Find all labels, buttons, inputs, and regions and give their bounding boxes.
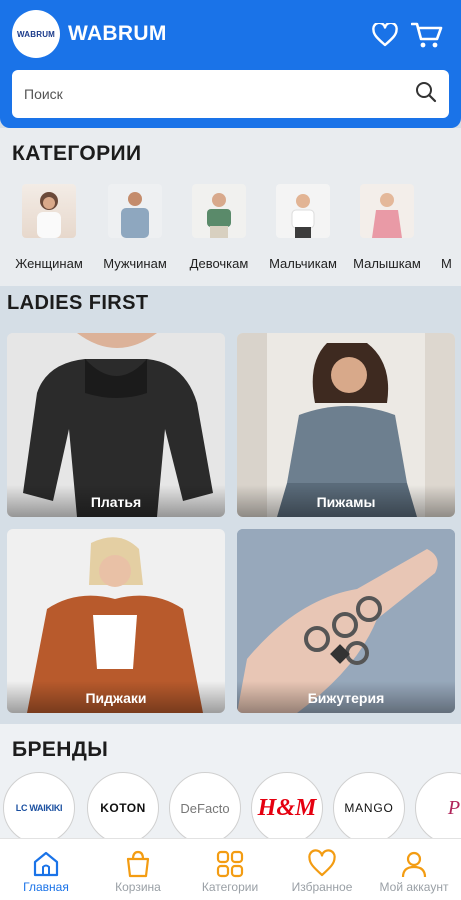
category-baby-girls[interactable]: Малышкам: [345, 184, 429, 274]
nav-label: Главная: [23, 880, 69, 894]
brand-logo-text: KOTON: [100, 801, 146, 815]
brand-lcwaikiki[interactable]: LC WAIKIKI: [3, 772, 75, 844]
nav-label: Мой аккаунт: [379, 880, 449, 894]
categories-list: Женщинам Мужчинам Девочкам Мальчикам Мал…: [0, 184, 461, 274]
nav-favorites[interactable]: Избранное: [276, 839, 368, 900]
grid-icon: [215, 849, 245, 879]
bag-icon: [123, 849, 153, 879]
cart-icon[interactable]: [410, 20, 444, 50]
category-label: Женщинам: [15, 256, 83, 271]
nav-home[interactable]: Главная: [0, 839, 92, 900]
category-more[interactable]: М: [429, 184, 461, 274]
category-thumbnail: [276, 184, 330, 238]
nav-label: Корзина: [115, 880, 161, 894]
search-icon[interactable]: [415, 81, 437, 108]
nav-account[interactable]: Мой аккаунт: [368, 839, 460, 900]
top-header: WABRUM WABRUM Поиск: [0, 0, 461, 128]
brand-mango[interactable]: MANGO: [333, 772, 405, 844]
brand-hm[interactable]: H&M: [251, 772, 323, 844]
brand-logo-text: MANGO: [344, 801, 394, 815]
tile-jewelry[interactable]: Бижутерия: [237, 529, 455, 713]
tile-label: Пиджаки: [7, 681, 225, 713]
home-icon: [31, 849, 61, 879]
category-label: М: [441, 256, 452, 271]
nav-label: Избранное: [291, 880, 353, 894]
app-title: WABRUM: [68, 22, 167, 45]
category-boys[interactable]: Мальчикам: [261, 184, 345, 274]
categories-section: КАТЕГОРИИ Женщинам Мужчинам Девочкам Мал…: [0, 128, 461, 286]
bottom-navigation: Главная Корзина Категории Избранное Мой …: [0, 838, 461, 900]
heart-icon[interactable]: [370, 20, 400, 50]
logo-text: WABRUM: [16, 29, 56, 39]
category-thumbnail: [360, 184, 414, 238]
brand-koton[interactable]: KOTON: [87, 772, 159, 844]
search-input[interactable]: Поиск: [24, 86, 415, 102]
heart-icon: [307, 849, 337, 879]
ladies-first-title: LADIES FIRST: [7, 292, 149, 314]
brand-defacto[interactable]: DeFacto: [169, 772, 241, 844]
category-label: Мальчикам: [269, 256, 337, 271]
tile-jackets[interactable]: Пиджаки: [7, 529, 225, 713]
brand-pull-bear[interactable]: Pu: [415, 772, 461, 844]
nav-categories[interactable]: Категории: [184, 839, 276, 900]
brands-section: БРЕНДЫ LC WAIKIKI KOTON DeFacto H&M MANG…: [0, 724, 461, 844]
tile-dresses[interactable]: Платья: [7, 333, 225, 517]
brand-logo-text: Pu: [447, 796, 461, 819]
search-bar[interactable]: Поиск: [12, 70, 449, 118]
category-men[interactable]: Мужчинам: [93, 184, 177, 274]
tile-label: Пижамы: [237, 485, 455, 517]
brand-logo-text: DeFacto: [180, 800, 230, 816]
brand-logo-text: H&M: [257, 794, 317, 821]
tile-pajamas[interactable]: Пижамы: [237, 333, 455, 517]
category-label: Малышкам: [353, 256, 421, 271]
nav-label: Категории: [201, 880, 259, 894]
brand-logo[interactable]: WABRUM: [12, 10, 60, 58]
tile-label: Платья: [7, 485, 225, 517]
category-girls[interactable]: Девочкам: [177, 184, 261, 274]
tile-label: Бижутерия: [237, 681, 455, 713]
category-thumbnail: [192, 184, 246, 238]
nav-cart[interactable]: Корзина: [92, 839, 184, 900]
category-women[interactable]: Женщинам: [7, 184, 91, 274]
category-label: Мужчинам: [103, 256, 167, 271]
brands-title: БРЕНДЫ: [12, 738, 109, 761]
categories-title: КАТЕГОРИИ: [12, 142, 142, 165]
category-thumbnail: [108, 184, 162, 238]
user-icon: [399, 849, 429, 879]
category-label: Девочкам: [189, 256, 249, 271]
category-thumbnail: [22, 184, 76, 238]
app-screen: WABRUM WABRUM Поиск КАТЕГОРИИ Женщинам М…: [0, 0, 461, 900]
brand-logo-text: LC WAIKIKI: [15, 803, 63, 813]
